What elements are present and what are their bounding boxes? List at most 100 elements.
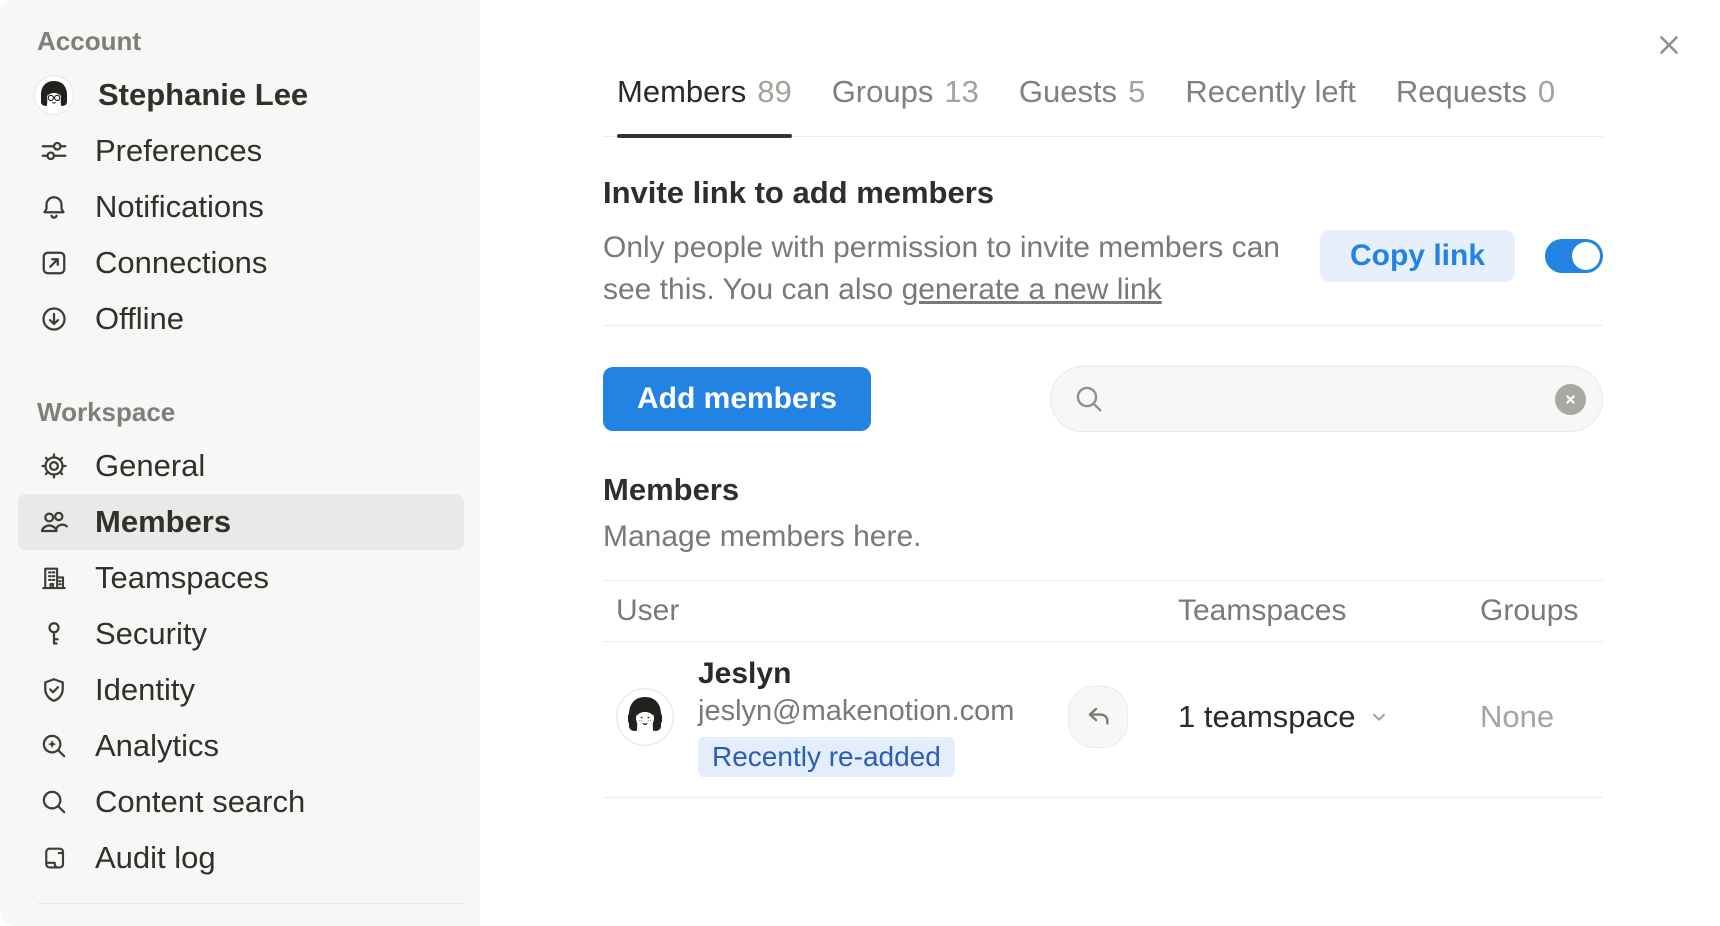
tab-count: 0 <box>1538 74 1555 110</box>
search-input[interactable] <box>1119 382 1541 416</box>
member-search-field <box>1050 366 1603 432</box>
member-info: Jeslyn jeslyn@makenotion.com Recently re… <box>698 657 1014 777</box>
sidebar-item-security[interactable]: Security <box>18 606 464 662</box>
key-icon <box>37 617 71 651</box>
sidebar-item-label: Connections <box>95 245 267 281</box>
undo-readd-button[interactable] <box>1068 686 1128 748</box>
sidebar-item-label: Notifications <box>95 189 264 225</box>
sidebar-item-label: Preferences <box>95 133 262 169</box>
sidebar-item-account-user[interactable]: Stephanie Lee <box>18 67 464 123</box>
user-avatar <box>34 75 74 115</box>
sidebar-item-audit-log[interactable]: Audit log <box>18 830 464 886</box>
sidebar-item-label: Content search <box>95 784 305 820</box>
tab-count: 13 <box>944 74 978 110</box>
tab-guests[interactable]: Guests 5 <box>1019 74 1145 136</box>
tab-count: 5 <box>1128 74 1145 110</box>
tab-recently-left[interactable]: Recently left <box>1185 74 1356 136</box>
invite-description-line1: Only people with permission to invite me… <box>603 231 1280 264</box>
sidebar-item-label: Security <box>95 616 207 652</box>
member-email: jeslyn@makenotion.com <box>698 695 1014 728</box>
tab-label: Members <box>617 74 746 110</box>
close-button[interactable] <box>1648 24 1690 66</box>
tab-label: Groups <box>832 74 934 110</box>
sidebar-section-account: Account Stephanie Lee <box>0 26 480 347</box>
sidebar-bottom-divider <box>37 903 464 904</box>
sidebar-item-preferences[interactable]: Preferences <box>18 123 464 179</box>
tab-count: 89 <box>757 74 791 110</box>
generate-new-link[interactable]: generate a new link <box>902 273 1162 306</box>
sidebar-item-label: Members <box>95 504 231 540</box>
user-cell: Jeslyn jeslyn@makenotion.com Recently re… <box>603 657 1165 777</box>
sidebar-section-label-account: Account <box>37 26 480 57</box>
members-heading-block: Members Manage members here. <box>603 472 1603 554</box>
section-divider <box>603 325 1603 326</box>
sidebar-section-label-workspace: Workspace <box>37 397 480 428</box>
sidebar-item-teamspaces[interactable]: Teamspaces <box>18 550 464 606</box>
sidebar-section-workspace: Workspace General <box>0 397 480 886</box>
invite-link-section: Invite link to add members Only people w… <box>603 175 1603 311</box>
sidebar-item-general[interactable]: General <box>18 438 464 494</box>
members-heading: Members <box>603 472 1603 508</box>
invite-link-toggle[interactable] <box>1545 239 1603 273</box>
sidebar-item-analytics[interactable]: Analytics <box>18 718 464 774</box>
tab-members[interactable]: Members 89 <box>617 74 792 136</box>
tab-label: Guests <box>1019 74 1117 110</box>
clear-search-button[interactable] <box>1555 384 1586 415</box>
scroll-icon <box>37 841 71 875</box>
arrow-up-right-square-icon <box>37 246 71 280</box>
bell-icon <box>37 190 71 224</box>
undo-icon <box>1083 702 1113 732</box>
settings-dialog: Account Stephanie Lee <box>0 0 1720 926</box>
sidebar-item-label: General <box>95 448 205 484</box>
invite-link-title: Invite link to add members <box>603 175 1293 211</box>
invite-description-line2: see this. You can also <box>603 273 902 306</box>
building-icon <box>37 561 71 595</box>
sidebar-item-identity[interactable]: Identity <box>18 662 464 718</box>
sliders-icon <box>37 134 71 168</box>
close-icon <box>1655 31 1683 59</box>
sidebar-item-connections[interactable]: Connections <box>18 235 464 291</box>
column-header-groups: Groups <box>1467 594 1603 628</box>
sidebar-item-label: Offline <box>95 301 184 337</box>
chevron-down-icon <box>1368 706 1390 728</box>
members-content: Members 89 Groups 13 Guests 5 Recently l… <box>603 74 1603 798</box>
teamspaces-value: 1 teamspace <box>1178 699 1356 735</box>
settings-sidebar: Account Stephanie Lee <box>0 0 480 926</box>
copy-link-button[interactable]: Copy link <box>1320 230 1515 282</box>
sidebar-item-offline[interactable]: Offline <box>18 291 464 347</box>
shield-check-icon <box>37 673 71 707</box>
invite-link-controls: Copy link <box>1320 201 1603 311</box>
tab-groups[interactable]: Groups 13 <box>832 74 979 136</box>
members-table: User Teamspaces Groups <box>603 580 1603 798</box>
tab-requests[interactable]: Requests 0 <box>1396 74 1555 136</box>
members-subtext: Manage members here. <box>603 520 1603 554</box>
members-tabs: Members 89 Groups 13 Guests 5 Recently l… <box>603 74 1603 137</box>
gear-icon <box>37 449 71 483</box>
sidebar-item-label: Identity <box>95 672 195 708</box>
tab-label: Recently left <box>1185 74 1356 110</box>
search-icon <box>37 785 71 819</box>
sidebar-item-notifications[interactable]: Notifications <box>18 179 464 235</box>
search-icon <box>1073 383 1105 415</box>
toggle-knob <box>1572 242 1600 270</box>
tab-label: Requests <box>1396 74 1527 110</box>
column-header-user: User <box>603 594 1165 628</box>
sidebar-item-label: Teamspaces <box>95 560 269 596</box>
column-header-teamspaces: Teamspaces <box>1165 594 1467 628</box>
members-icon <box>37 505 71 539</box>
clear-x-icon <box>1563 392 1578 407</box>
analytics-icon <box>37 729 71 763</box>
download-circle-icon <box>37 302 71 336</box>
invite-link-text: Invite link to add members Only people w… <box>603 175 1293 311</box>
sidebar-item-label: Analytics <box>95 728 219 764</box>
member-avatar <box>616 688 674 746</box>
groups-value: None <box>1467 699 1603 735</box>
members-table-header: User Teamspaces Groups <box>603 580 1603 642</box>
table-row: Jeslyn jeslyn@makenotion.com Recently re… <box>603 642 1603 798</box>
sidebar-item-content-search[interactable]: Content search <box>18 774 464 830</box>
add-members-button[interactable]: Add members <box>603 367 871 431</box>
teamspaces-dropdown[interactable]: 1 teamspace <box>1165 699 1467 735</box>
member-status-badge: Recently re-added <box>698 737 955 777</box>
member-name: Jeslyn <box>698 657 1014 691</box>
sidebar-item-members[interactable]: Members <box>18 494 464 550</box>
